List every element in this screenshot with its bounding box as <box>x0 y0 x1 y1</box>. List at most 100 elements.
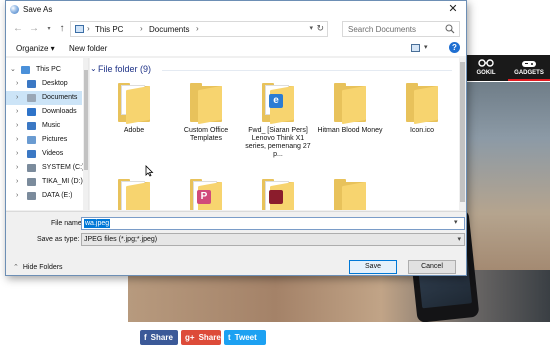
folder-item[interactable]: Adobe <box>100 80 168 135</box>
chevron-right-icon[interactable]: › <box>16 175 18 189</box>
article-photo <box>128 270 550 322</box>
save-button[interactable]: Save <box>349 260 397 274</box>
search-input[interactable]: Search Documents <box>342 21 460 37</box>
googleplus-share-button[interactable]: g+ Share <box>181 330 221 345</box>
folder-item[interactable]: P <box>172 176 240 210</box>
chevron-right-icon[interactable]: › <box>16 161 18 175</box>
sidebar-item-downloads[interactable]: › Downloads <box>6 105 82 119</box>
sidebar-item-music[interactable]: › Music <box>6 119 82 133</box>
breadcrumb-separator[interactable]: › <box>140 24 143 33</box>
view-icon <box>411 44 420 52</box>
help-icon[interactable]: ? <box>449 42 460 53</box>
nav-gokil-label: GOKIL <box>476 70 496 76</box>
file-name-value[interactable]: wa.jpeg <box>84 219 111 228</box>
file-name-field[interactable] <box>81 217 465 230</box>
content-scrollbar[interactable] <box>459 58 466 210</box>
sidebar-item-pictures[interactable]: › Pictures <box>6 133 82 147</box>
sidebar-item-tika-mi-d[interactable]: › TIKA_MI (D:) <box>6 175 83 189</box>
folder-item[interactable]: e Fwd_ [Siaran Pers] Lenovo Think X1 seri… <box>244 80 312 159</box>
recent-locations-icon[interactable]: ▾ <box>43 23 55 35</box>
breadcrumb-documents[interactable]: Documents <box>149 25 189 34</box>
drive-icon <box>27 192 36 200</box>
folder-icon <box>404 80 440 125</box>
document-badge-icon <box>269 190 283 204</box>
sidebar-item-label: Documents <box>42 94 78 101</box>
sidebar-item-videos[interactable]: › Videos <box>6 147 82 161</box>
up-arrow-icon[interactable]: ↑ <box>56 23 68 35</box>
chevron-down-icon[interactable]: ⌄ <box>10 63 16 77</box>
chevron-right-icon[interactable]: › <box>16 77 18 91</box>
document-badge-icon: e <box>269 94 283 108</box>
chevron-down-icon[interactable]: ⌄ <box>90 64 97 73</box>
drive-icon <box>27 164 36 172</box>
site-nav-bar: GOKIL GADGETS <box>465 55 550 81</box>
nav-scrollbar[interactable] <box>83 58 88 210</box>
folder-name: Adobe <box>123 127 145 134</box>
twitter-share-button[interactable]: t Tweet <box>224 330 266 345</box>
group-header[interactable]: File folder (9) <box>98 64 151 74</box>
toolbar: Organize ▾ New folder ▾ ? <box>6 40 466 57</box>
nav-gokil[interactable]: GOKIL <box>465 55 507 81</box>
new-folder-button[interactable]: New folder <box>69 44 107 53</box>
folder-item[interactable]: Hitman Blood Money <box>316 80 384 135</box>
breadcrumb-separator[interactable]: › <box>196 24 199 33</box>
search-placeholder: Search Documents <box>348 25 417 34</box>
organize-button[interactable]: Organize ▾ <box>16 44 55 53</box>
sidebar-item-desktop[interactable]: › Desktop <box>6 77 82 91</box>
folder-item[interactable] <box>100 176 168 210</box>
close-button[interactable]: ✕ <box>440 1 466 18</box>
save-as-type-label: Save as type: <box>37 236 80 243</box>
facebook-icon: f <box>144 333 147 342</box>
nav-gadgets-label: GADGETS <box>514 70 544 76</box>
folder-item[interactable] <box>316 176 384 210</box>
chevron-right-icon[interactable]: › <box>16 91 18 105</box>
folder-item[interactable]: Custom Office Templates <box>172 80 240 143</box>
folder-item[interactable]: Icon.ico <box>388 80 456 135</box>
sidebar-item-data-e[interactable]: › DATA (E:) <box>6 189 82 203</box>
back-arrow-icon[interactable]: ← <box>12 23 24 35</box>
googleplus-icon: g+ <box>185 333 195 342</box>
sidebar-item-system-c[interactable]: › SYSTEM (C:) <box>6 161 85 175</box>
file-list: ⌄ File folder (9) Adobe Custom Office Tem… <box>90 58 466 210</box>
facebook-share-button[interactable]: f Share <box>140 330 178 345</box>
cancel-button[interactable]: Cancel <box>408 260 456 274</box>
twitter-share-label: Tweet <box>234 333 257 342</box>
sidebar-item-this-pc[interactable]: ⌄ This PC <box>6 63 82 77</box>
chevron-down-icon[interactable]: ▾ <box>454 218 458 226</box>
chevron-right-icon[interactable]: › <box>16 189 18 203</box>
folder-item[interactable] <box>244 176 312 210</box>
sidebar-item-label: Videos <box>42 150 64 157</box>
facebook-share-label: Share <box>150 333 173 342</box>
folder-icon <box>332 80 368 125</box>
folder-name: Icon.ico <box>409 127 435 134</box>
sidebar-item-label: DATA (E:) <box>42 192 73 199</box>
documents-icon <box>27 94 36 102</box>
sidebar-item-label: This PC <box>36 66 61 73</box>
sidebar-item-label: Music <box>42 122 61 129</box>
change-view-button[interactable]: ▾ <box>411 43 433 54</box>
breadcrumb-this-pc[interactable]: This PC <box>95 25 123 34</box>
refresh-icon[interactable]: ↻ <box>316 23 324 34</box>
sidebar-item-label: Pictures <box>42 136 68 143</box>
sidebar-item-label: SYSTEM (C:) <box>42 164 85 171</box>
hide-folders-button[interactable]: ⌃ Hide Folders <box>13 263 63 271</box>
title-bar[interactable]: Save As ✕ <box>6 1 466 18</box>
save-as-type-select[interactable]: JPEG files (*.jpg;*.jpeg) ▾ <box>81 233 465 246</box>
folder-name: Hitman Blood Money <box>317 127 383 134</box>
forward-arrow-icon[interactable]: → <box>28 23 40 35</box>
article-photo-side <box>465 82 550 270</box>
scroll-thumb[interactable] <box>460 62 465 202</box>
chevron-right-icon[interactable]: › <box>16 119 18 133</box>
address-bar[interactable]: › This PC › Documents › ▾ ↻ <box>70 21 328 37</box>
folder-icon: e <box>260 80 296 125</box>
chevron-right-icon[interactable]: › <box>16 105 18 119</box>
folder-icon <box>260 176 296 210</box>
chevron-right-icon[interactable]: › <box>16 133 18 147</box>
address-dropdown-icon[interactable]: ▾ <box>309 24 313 32</box>
sidebar-item-documents[interactable]: › Documents <box>6 91 82 105</box>
file-name-label: File name: <box>51 220 84 227</box>
scroll-thumb[interactable] <box>84 70 88 170</box>
folder-icon: P <box>188 176 224 210</box>
nav-gadgets[interactable]: GADGETS <box>508 55 550 81</box>
chevron-right-icon[interactable]: › <box>16 147 18 161</box>
